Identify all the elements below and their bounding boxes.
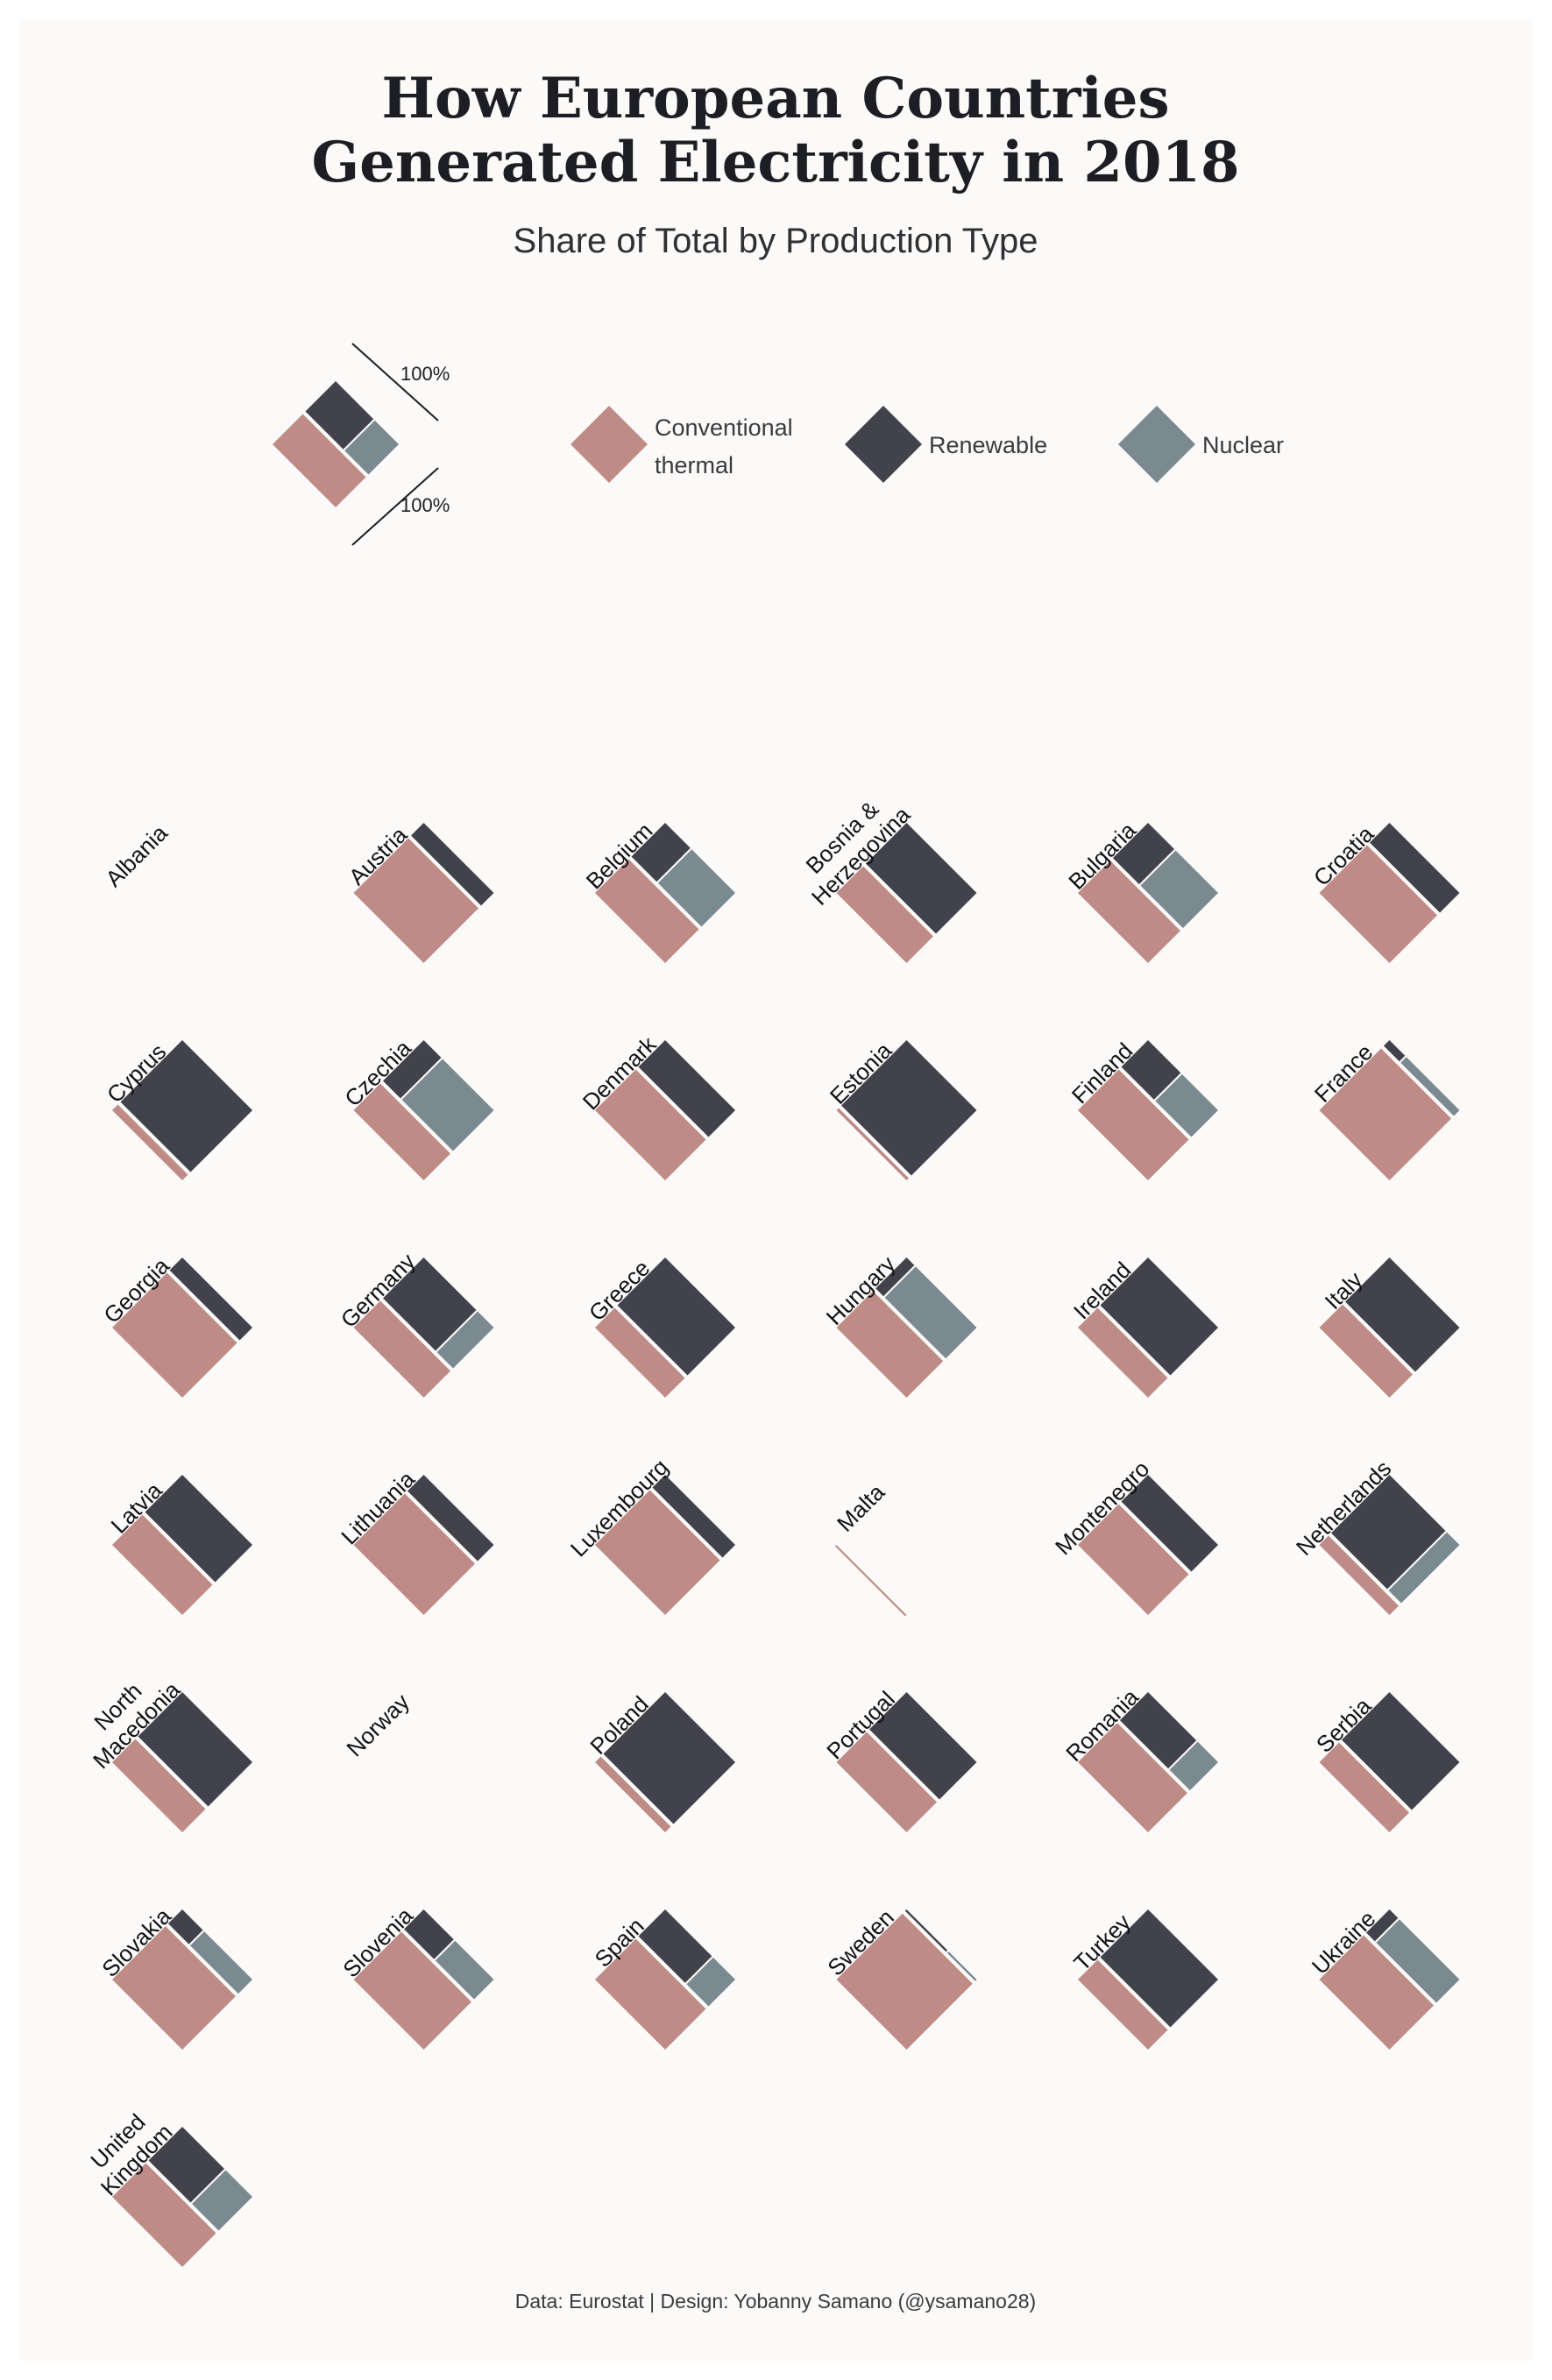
norway-renewable-block bbox=[423, 1692, 494, 1762]
caption: Data: Eurostat | Design: Yobanny Samano … bbox=[515, 2290, 1036, 2313]
country-label-text-malta: Malta bbox=[832, 1478, 890, 1537]
chart-canvas: How European Countries Generated Electri… bbox=[19, 19, 1533, 2361]
country-diamond-albania bbox=[182, 823, 252, 893]
title-line-2: Generated Electricity in 2018 bbox=[311, 130, 1239, 195]
country-diamond-norway bbox=[423, 1692, 494, 1762]
country-label-text-albania: Albania bbox=[100, 819, 173, 892]
legend-label-thermal-line-1: Conventional bbox=[655, 414, 793, 441]
title-line-1: How European Countries bbox=[381, 66, 1169, 131]
chart-title: How European Countries Generated Electri… bbox=[311, 66, 1239, 195]
legend-swatch-renewable bbox=[845, 406, 922, 483]
albania-renewable-block bbox=[182, 823, 252, 893]
legend-example-diamond bbox=[273, 381, 399, 507]
legend-scale-label-top: 100% bbox=[400, 363, 450, 385]
chart-subtitle: Share of Total by Production Type bbox=[514, 222, 1038, 260]
chart-svg: How European Countries Generated Electri… bbox=[85, 66, 1460, 2313]
country-grid: Albania Austria Belgium Bosnia &Herzegovina… bbox=[85, 796, 1460, 2267]
country-label-malta: Malta bbox=[832, 1478, 890, 1537]
legend: 100% 100% Conventional thermal Renewable Nucl… bbox=[273, 343, 1284, 546]
legend-swatch-thermal bbox=[570, 406, 648, 483]
legend-label-renewable: Renewable bbox=[929, 432, 1047, 458]
country-label-norway: Norway bbox=[341, 1689, 415, 1762]
legend-label-nuclear: Nuclear bbox=[1202, 432, 1284, 458]
country-diamond-malta bbox=[835, 1545, 907, 1617]
country-label-albania: Albania bbox=[100, 819, 173, 892]
legend-label-thermal-line-2: thermal bbox=[655, 452, 733, 478]
country-label-text-norway: Norway bbox=[341, 1689, 415, 1762]
legend-swatch-nuclear bbox=[1118, 406, 1195, 483]
malta-thermal-block bbox=[835, 1545, 907, 1617]
legend-scale-label-bottom: 100% bbox=[400, 494, 450, 516]
